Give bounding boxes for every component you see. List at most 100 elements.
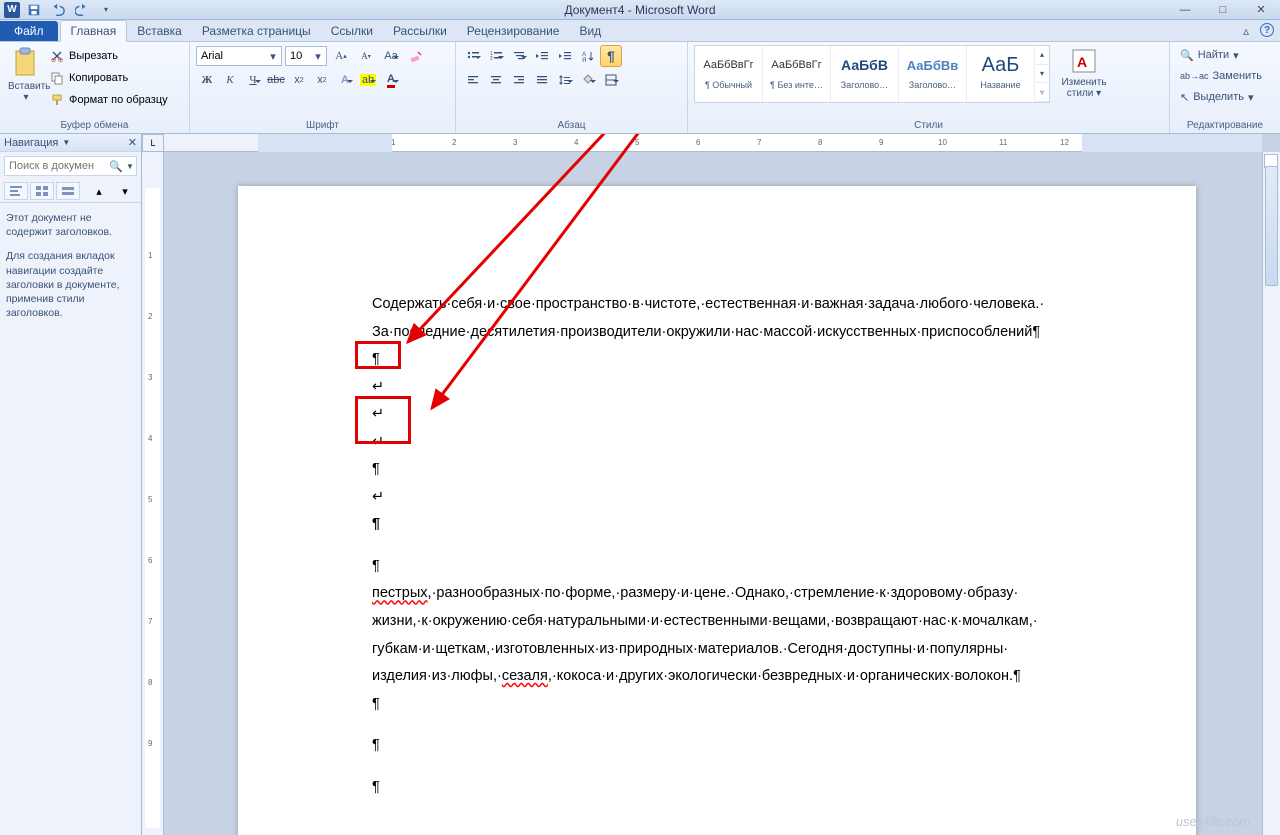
align-right-icon[interactable] (508, 69, 530, 91)
multilevel-list-icon[interactable] (508, 45, 530, 67)
grow-font-icon[interactable]: A▴ (330, 45, 352, 67)
styles-group-label: Стили (688, 119, 1169, 133)
nav-search-box[interactable]: 🔍 ▼ (4, 156, 137, 176)
doc-line: Содержать·себя·и·свое·пространство·в·чис… (372, 291, 1062, 319)
style-normal[interactable]: АаБбВвГг¶ Обычный (695, 46, 763, 102)
tab-page-layout[interactable]: Разметка страницы (192, 21, 321, 41)
scrollbar-thumb[interactable] (1265, 166, 1278, 286)
nav-prev-icon[interactable]: ▴ (87, 182, 111, 200)
nav-search-input[interactable] (5, 160, 108, 172)
font-group-label: Шрифт (190, 119, 455, 133)
shading-icon[interactable] (577, 69, 599, 91)
svg-text:6: 6 (148, 556, 153, 565)
underline-icon[interactable]: Ч (242, 69, 264, 91)
window-title: Документ4 - Microsoft Word (0, 3, 1280, 17)
horizontal-ruler[interactable]: 1234567891011121314151617 (164, 134, 1262, 152)
svg-text:1: 1 (148, 251, 153, 260)
line-break-mark: ↵ (372, 484, 1062, 512)
maximize-button[interactable]: □ (1204, 0, 1242, 20)
tab-insert[interactable]: Вставка (127, 21, 192, 41)
bold-icon[interactable]: Ж (196, 69, 218, 91)
qat-save-icon[interactable] (24, 1, 44, 19)
gallery-more-icon[interactable]: ▿ (1035, 83, 1049, 102)
nav-dropdown-icon[interactable]: ▼ (62, 138, 70, 147)
qat-customize-icon[interactable]: ▾ (96, 1, 116, 19)
svg-text:7: 7 (757, 138, 762, 147)
show-hide-marks-icon[interactable]: ¶ (600, 45, 622, 67)
nav-view-pages-icon[interactable] (30, 182, 54, 200)
find-button[interactable]: 🔍Найти ▾ (1180, 45, 1262, 65)
select-button[interactable]: ↖Выделить ▾ (1180, 87, 1262, 107)
borders-icon[interactable] (600, 69, 622, 91)
vertical-scrollbar[interactable] (1262, 152, 1280, 835)
change-styles-button[interactable]: A Изменить стили ▾ (1056, 45, 1112, 101)
align-center-icon[interactable] (485, 69, 507, 91)
nav-view-results-icon[interactable] (56, 182, 80, 200)
change-case-icon[interactable]: Aa (380, 45, 402, 67)
format-painter-button[interactable]: Формат по образцу (50, 89, 168, 111)
document-page[interactable]: Содержать·себя·и·свое·пространство·в·чис… (238, 186, 1196, 835)
copy-button[interactable]: Копировать (50, 67, 168, 89)
styles-gallery[interactable]: АаБбВвГг¶ Обычный АаБбВвГг¶ Без инте… Аа… (694, 45, 1050, 103)
align-left-icon[interactable] (462, 69, 484, 91)
bullets-icon[interactable] (462, 45, 484, 67)
ribbon-tabs: Файл Главная Вставка Разметка страницы С… (0, 20, 1280, 42)
strikethrough-icon[interactable]: abc (265, 69, 287, 91)
search-icon[interactable]: 🔍 (108, 160, 124, 173)
increase-indent-icon[interactable] (554, 45, 576, 67)
svg-text:4: 4 (148, 434, 153, 443)
help-icon[interactable]: ? (1260, 23, 1274, 37)
gallery-down-icon[interactable]: ▾ (1035, 65, 1049, 84)
nav-next-icon[interactable]: ▾ (113, 182, 137, 200)
style-heading1[interactable]: АаБбВЗаголово… (831, 46, 899, 102)
select-icon: ↖ (1180, 91, 1189, 104)
minimize-button[interactable]: — (1166, 0, 1204, 20)
replace-button[interactable]: ab→acЗаменить (1180, 66, 1262, 86)
shrink-font-icon[interactable]: A▾ (355, 45, 377, 67)
italic-icon[interactable]: К (219, 69, 241, 91)
highlight-icon[interactable]: ab (357, 69, 379, 91)
qat-redo-icon[interactable] (72, 1, 92, 19)
nav-empty-msg1: Этот документ не содержит заголовков. (6, 211, 135, 239)
line-break-mark: ↵ (372, 401, 1062, 429)
tab-view[interactable]: Вид (569, 21, 611, 41)
tab-references[interactable]: Ссылки (321, 21, 383, 41)
clear-formatting-icon[interactable] (405, 45, 427, 67)
superscript-icon[interactable]: x2 (311, 69, 333, 91)
font-size-combo[interactable]: 10▾ (285, 46, 327, 66)
line-spacing-icon[interactable] (554, 69, 576, 91)
style-title[interactable]: АаБНазвание (967, 46, 1035, 102)
cut-button[interactable]: Вырезать (50, 45, 168, 67)
decrease-indent-icon[interactable] (531, 45, 553, 67)
pilcrow-mark: ¶ (372, 553, 1062, 581)
nav-close-icon[interactable]: ✕ (128, 136, 137, 149)
numbering-icon[interactable]: 12 (485, 45, 507, 67)
vertical-ruler[interactable]: 123456789 (142, 152, 164, 835)
nav-view-headings-icon[interactable] (4, 182, 28, 200)
doc-line: губкам·и·щеткам,·изготовленных·из·природ… (372, 636, 1062, 664)
style-no-spacing[interactable]: АаБбВвГг¶ Без инте… (763, 46, 831, 102)
svg-text:6: 6 (696, 138, 701, 147)
sort-icon[interactable]: AЯ (577, 45, 599, 67)
file-tab[interactable]: Файл (0, 21, 58, 41)
qat-undo-icon[interactable] (48, 1, 68, 19)
paste-button[interactable]: Вставить ▾ (6, 45, 46, 105)
search-options-icon[interactable]: ▼ (124, 162, 136, 171)
tab-review[interactable]: Рецензирование (457, 21, 570, 41)
close-button[interactable]: ✕ (1242, 0, 1280, 20)
tab-home[interactable]: Главная (60, 20, 128, 42)
subscript-icon[interactable]: x2 (288, 69, 310, 91)
font-color-icon[interactable]: A (380, 69, 402, 91)
gallery-up-icon[interactable]: ▴ (1035, 46, 1049, 65)
pilcrow-mark: ¶ (372, 456, 1062, 484)
pilcrow-mark: ¶ (372, 691, 1062, 719)
justify-icon[interactable] (531, 69, 553, 91)
tab-selector[interactable]: L (142, 134, 164, 152)
font-name-combo[interactable]: Arial▾ (196, 46, 282, 66)
ribbon-minimize-icon[interactable]: ▵ (1238, 23, 1254, 39)
svg-text:7: 7 (148, 617, 153, 626)
ribbon: Вставить ▾ Вырезать Копировать Формат по… (0, 42, 1280, 134)
tab-mailings[interactable]: Рассылки (383, 21, 457, 41)
style-heading2[interactable]: АаБбВвЗаголово… (899, 46, 967, 102)
text-effects-icon[interactable]: A (334, 69, 356, 91)
